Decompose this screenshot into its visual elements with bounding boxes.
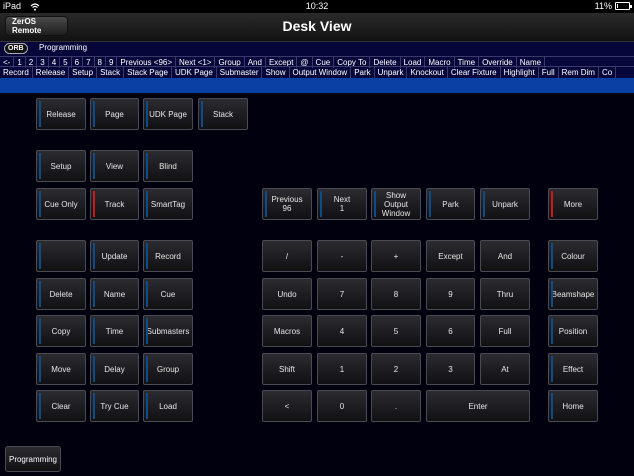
delay-key[interactable]: Delay [90, 353, 139, 385]
softkey[interactable]: Record [0, 67, 33, 78]
beamshape-key[interactable]: Beamshape [548, 278, 598, 310]
softkey[interactable]: UDK Page [172, 67, 217, 78]
zero-key[interactable]: 0 [317, 390, 367, 422]
and-key[interactable]: And [480, 240, 530, 272]
page-title: Desk View [282, 18, 352, 34]
view-key[interactable]: View [90, 150, 139, 182]
effect-key[interactable]: Effect [548, 353, 598, 385]
move-key[interactable]: Move [36, 353, 86, 385]
colour-key[interactable]: Colour [548, 240, 598, 272]
dot-key[interactable]: . [371, 390, 421, 422]
softkey[interactable]: Highlight [501, 67, 539, 78]
programming-button[interactable]: Programming [5, 446, 61, 472]
softkey[interactable]: Setup [69, 67, 98, 78]
slash-key[interactable]: / [262, 240, 312, 272]
command-area: ORB Programming <- 1 2 3 4 5 6 7 8 9 Pre… [0, 42, 634, 78]
six-key[interactable]: 6 [426, 315, 475, 347]
eight-key[interactable]: 8 [371, 278, 421, 310]
stack-key[interactable]: Stack [198, 98, 248, 130]
previous-key[interactable]: Previous 96 [262, 188, 312, 220]
softkey[interactable]: Clear Fixture [448, 67, 501, 78]
status-bar: iPad 10:32 11% [0, 0, 634, 13]
softkey[interactable]: Full [539, 67, 559, 78]
page-key[interactable]: Page [90, 98, 139, 130]
battery-percent: 11% [594, 1, 612, 11]
enter-key[interactable]: Enter [426, 390, 530, 422]
four-key[interactable]: 4 [317, 315, 367, 347]
full-key[interactable]: Full [480, 315, 530, 347]
shift-key[interactable]: Shift [262, 353, 312, 385]
cue-key[interactable]: Cue [143, 278, 193, 310]
desk-keypad: Release Page UDK Page Stack Setup View B… [0, 93, 634, 476]
softkey-row-2: Record Release Setup Stack Stack Page UD… [0, 66, 634, 78]
nine-key[interactable]: 9 [426, 278, 475, 310]
release-key[interactable]: Release [36, 98, 86, 130]
time-key[interactable]: Time [90, 315, 139, 347]
setup-key[interactable]: Setup [36, 150, 86, 182]
try-cue-key[interactable]: Try Cue [90, 390, 139, 422]
smarttag-key[interactable]: SmartTag [143, 188, 193, 220]
udk-page-key[interactable]: UDK Page [143, 98, 193, 130]
delete-key[interactable]: Delete [36, 278, 86, 310]
less-than-key[interactable]: < [262, 390, 312, 422]
more-key[interactable]: More [548, 188, 598, 220]
minus-key[interactable]: - [317, 240, 367, 272]
group-key[interactable]: Group [143, 353, 193, 385]
command-line[interactable] [0, 78, 634, 93]
update-key[interactable]: Update [90, 240, 139, 272]
five-key[interactable]: 5 [371, 315, 421, 347]
softkey[interactable]: Co [599, 67, 617, 78]
two-key[interactable]: 2 [371, 353, 421, 385]
seven-key[interactable]: 7 [317, 278, 367, 310]
macros-key[interactable]: Macros [262, 315, 312, 347]
softkey[interactable]: Unpark [375, 67, 408, 78]
next-key[interactable]: Next 1 [317, 188, 367, 220]
softkey[interactable]: Output Window [290, 67, 352, 78]
softkey[interactable]: Knockout [407, 67, 448, 78]
cue-only-key[interactable]: Cue Only [36, 188, 86, 220]
undo-key[interactable]: Undo [262, 278, 312, 310]
show-output-window-key[interactable]: Show Output Window [371, 188, 421, 220]
orb-logo: ORB [4, 43, 28, 54]
navigation-bar: ZerOS Remote Desk View [0, 13, 634, 42]
record-key[interactable]: Record [143, 240, 193, 272]
home-key[interactable]: Home [548, 390, 598, 422]
except-key[interactable]: Except [426, 240, 475, 272]
softkey[interactable]: Stack Page [124, 67, 172, 78]
battery-status: 11% [594, 1, 632, 11]
name-key[interactable]: Name [90, 278, 139, 310]
softkey[interactable]: Show [262, 67, 290, 78]
thru-key[interactable]: Thru [480, 278, 530, 310]
softkey[interactable]: Park [351, 67, 375, 78]
unpark-key[interactable]: Unpark [480, 188, 530, 220]
three-key[interactable]: 3 [426, 353, 475, 385]
mode-label: Programming [39, 43, 88, 52]
softkey[interactable]: Submaster [217, 67, 263, 78]
load-key[interactable]: Load [143, 390, 193, 422]
track-key[interactable]: Track [90, 188, 139, 220]
plus-key[interactable]: + [371, 240, 421, 272]
park-key[interactable]: Park [426, 188, 475, 220]
at-key[interactable]: At [480, 353, 530, 385]
blind-key[interactable]: Blind [143, 150, 193, 182]
softkey[interactable]: Stack [97, 67, 125, 78]
softkey[interactable]: Rem Dim [559, 67, 599, 78]
position-key[interactable]: Position [548, 315, 598, 347]
battery-icon [615, 2, 632, 10]
one-key[interactable]: 1 [317, 353, 367, 385]
clock: 10:32 [305, 1, 329, 11]
softkey[interactable]: Release [33, 67, 70, 78]
copy-key[interactable]: Copy [36, 315, 86, 347]
clear-key[interactable]: Clear [36, 390, 86, 422]
blank-key[interactable] [36, 240, 86, 272]
submasters-key[interactable]: Submasters [143, 315, 193, 347]
